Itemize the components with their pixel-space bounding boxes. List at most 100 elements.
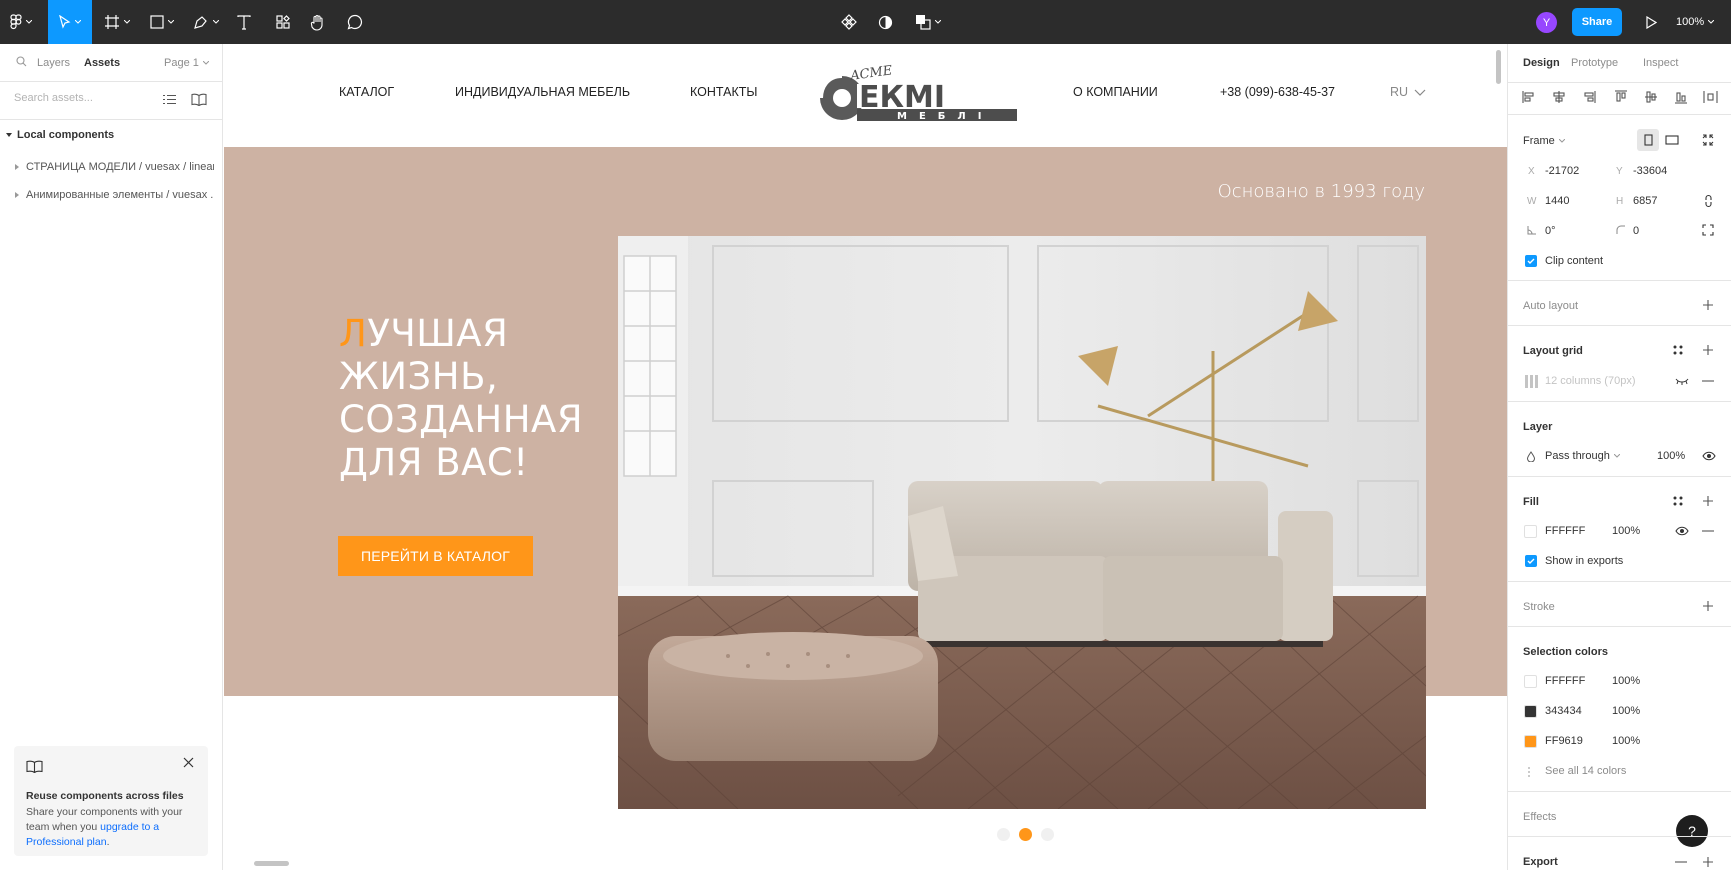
frame-type-dropdown[interactable]: Frame xyxy=(1523,135,1565,147)
tab-inspect[interactable]: Inspect xyxy=(1643,57,1678,69)
pen-tool-button[interactable] xyxy=(193,0,219,44)
portrait-orientation-button[interactable] xyxy=(1637,129,1659,151)
h-label: H xyxy=(1616,196,1624,207)
component-group-item[interactable]: СТРАНИЦА МОДЕЛИ / vuesax / linear xyxy=(14,161,214,173)
help-button[interactable]: ? xyxy=(1676,815,1708,847)
zoom-dropdown[interactable]: 100% xyxy=(1676,0,1715,44)
text-icon xyxy=(237,14,251,30)
layer-opacity-input[interactable]: 100% xyxy=(1657,450,1685,462)
minus-icon[interactable] xyxy=(1702,530,1714,532)
hidden-eye-icon[interactable] xyxy=(1675,378,1689,385)
nav-phone-link[interactable]: +38 (099)-638-45-37 xyxy=(1220,85,1335,99)
shape-tool-button[interactable] xyxy=(150,0,174,44)
selection-color-opacity[interactable]: 100% xyxy=(1612,705,1640,717)
carousel-dot[interactable] xyxy=(1041,828,1054,841)
hand-tool-button[interactable] xyxy=(310,0,326,44)
fill-color-swatch[interactable] xyxy=(1524,525,1537,538)
plus-icon[interactable] xyxy=(1702,299,1714,311)
page-selector[interactable]: Page 1 xyxy=(164,57,209,69)
tab-assets[interactable]: Assets xyxy=(84,57,120,69)
nav-contacts-link[interactable]: КОНТАКТЫ xyxy=(690,85,757,99)
fill-opacity-input[interactable]: 100% xyxy=(1612,525,1640,537)
component-actions-button[interactable] xyxy=(841,0,857,44)
selection-color-opacity[interactable]: 100% xyxy=(1612,675,1640,687)
rotation-input[interactable]: 0° xyxy=(1545,225,1556,237)
resources-tool-button[interactable] xyxy=(275,0,291,44)
eye-icon[interactable] xyxy=(1675,526,1689,536)
plus-icon[interactable] xyxy=(1702,600,1714,612)
component-group-item[interactable]: Анимированные элементы / vuesax ... xyxy=(14,189,214,201)
nav-about-link[interactable]: О КОМПАНИИ xyxy=(1073,85,1158,99)
x-input[interactable]: -21702 xyxy=(1545,165,1579,177)
frame-icon xyxy=(105,15,119,29)
constrain-proportions-icon[interactable] xyxy=(1704,194,1713,208)
plus-icon[interactable] xyxy=(1702,856,1714,868)
brand-logo[interactable]: ЕКМІ МЕБЛІ ACME xyxy=(817,60,1021,131)
nav-custom-furniture-link[interactable]: ИНДИВИДУАЛЬНАЯ МЕБЕЛЬ xyxy=(455,85,630,99)
design-canvas[interactable]: КАТАЛОГ ИНДИВИДУАЛЬНАЯ МЕБЕЛЬ КОНТАКТЫ Е… xyxy=(224,44,1507,870)
tab-design[interactable]: Design xyxy=(1523,57,1560,69)
see-all-colors-link[interactable]: See all 14 colors xyxy=(1545,765,1626,777)
fill-hex-input[interactable]: FFFFFF xyxy=(1545,525,1585,537)
color-styles-icon[interactable] xyxy=(1673,496,1683,506)
resize-to-fit-icon[interactable] xyxy=(1702,134,1714,146)
blend-mode-dropdown[interactable]: Pass through xyxy=(1545,450,1620,462)
headline-line-1: ЛУЧШАЯ xyxy=(339,312,583,355)
chevron-down-icon xyxy=(1613,454,1620,458)
library-book-icon[interactable] xyxy=(191,93,207,106)
clip-content-checkbox[interactable] xyxy=(1525,255,1537,267)
vertical-scrollbar[interactable] xyxy=(1496,50,1501,84)
present-button[interactable] xyxy=(1640,0,1662,44)
local-components-header[interactable]: Local components xyxy=(5,129,114,141)
alignment-icons[interactable] xyxy=(1521,89,1721,105)
divider xyxy=(1508,114,1731,115)
minus-icon[interactable] xyxy=(1702,380,1714,382)
minus-icon[interactable] xyxy=(1675,861,1687,863)
layout-grid-item[interactable]: 12 columns (70px) xyxy=(1545,375,1636,387)
chevron-down-icon xyxy=(935,20,941,24)
selection-color-opacity[interactable]: 100% xyxy=(1612,735,1640,747)
main-menu-button[interactable] xyxy=(10,0,32,44)
width-input[interactable]: 1440 xyxy=(1545,195,1569,207)
move-tool-button[interactable] xyxy=(48,0,92,44)
carousel-dot[interactable] xyxy=(997,828,1010,841)
carousel-dot[interactable] xyxy=(1019,828,1032,841)
plus-icon[interactable] xyxy=(1702,495,1714,507)
show-in-exports-checkbox[interactable] xyxy=(1525,555,1537,567)
language-selector[interactable]: RU xyxy=(1390,85,1426,99)
y-input[interactable]: -33604 xyxy=(1633,165,1667,177)
independent-corners-icon[interactable] xyxy=(1702,224,1714,236)
plus-icon[interactable] xyxy=(1702,344,1714,356)
grid-styles-icon[interactable] xyxy=(1673,345,1683,355)
contrast-toggle-button[interactable] xyxy=(878,0,893,44)
go-to-catalog-button[interactable]: ПЕРЕЙТИ В КАТАЛОГ xyxy=(338,536,533,576)
assets-search-input[interactable] xyxy=(14,92,144,104)
selection-color-hex[interactable]: FF9619 xyxy=(1545,735,1583,747)
horizontal-scrollbar[interactable] xyxy=(254,861,289,866)
tab-prototype[interactable]: Prototype xyxy=(1571,57,1618,69)
comment-tool-button[interactable] xyxy=(347,0,363,44)
hero-headline: ЛУЧШАЯ ЖИЗНЬ, СОЗДАННАЯ ДЛЯ ВАС! xyxy=(339,312,583,484)
eye-icon[interactable] xyxy=(1702,451,1716,461)
boolean-ops-button[interactable] xyxy=(915,0,941,44)
landscape-icon[interactable] xyxy=(1665,135,1679,145)
selection-color-swatch[interactable] xyxy=(1524,735,1537,748)
text-tool-button[interactable] xyxy=(237,0,251,44)
divider xyxy=(1508,401,1731,402)
user-avatar[interactable]: Y xyxy=(1536,12,1557,33)
radius-input[interactable]: 0 xyxy=(1633,225,1639,237)
selection-color-swatch[interactable] xyxy=(1524,675,1537,688)
boolean-icon xyxy=(916,15,931,30)
caret-right-icon xyxy=(15,164,19,170)
check-icon xyxy=(1527,558,1535,564)
height-input[interactable]: 6857 xyxy=(1633,195,1657,207)
selection-color-swatch[interactable] xyxy=(1524,705,1537,718)
list-view-icon[interactable] xyxy=(163,94,176,105)
selection-color-hex[interactable]: FFFFFF xyxy=(1545,675,1585,687)
tab-layers[interactable]: Layers xyxy=(37,57,70,69)
frame-tool-button[interactable] xyxy=(104,0,130,44)
share-button[interactable]: Share xyxy=(1572,8,1622,36)
selection-color-hex[interactable]: 343434 xyxy=(1545,705,1582,717)
close-icon[interactable] xyxy=(183,757,194,768)
nav-catalog-link[interactable]: КАТАЛОГ xyxy=(339,85,394,99)
